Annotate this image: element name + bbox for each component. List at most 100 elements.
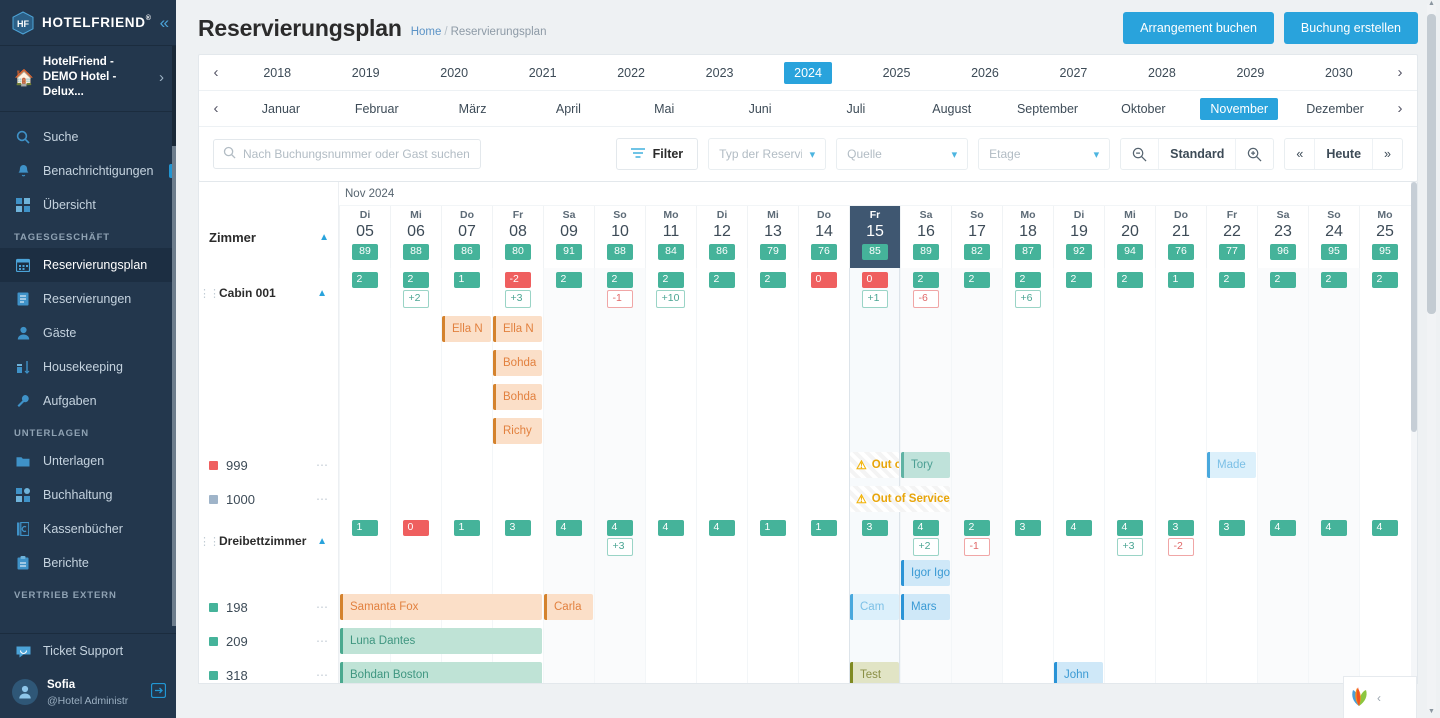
month-next-icon[interactable]: › [1383,100,1417,117]
room-row[interactable]: 198 ⋯ [199,590,339,624]
day-header-cell[interactable]: Fr 15 85 [849,206,900,268]
booking-block[interactable]: Bohdan Boston [340,662,542,683]
booking-block[interactable]: ⚠ Out of Service [850,452,899,478]
room-menu-icon[interactable]: ⋯ [316,634,329,648]
room-row[interactable]: 1000 ⋯ [199,482,339,516]
month-option-Juni[interactable]: Juni [712,98,808,120]
day-header-cell[interactable]: Do 14 76 [798,206,849,268]
availability-cell[interactable]: 2 +6 [1002,270,1053,308]
chat-collapse-icon[interactable]: ‹ [1377,691,1381,705]
room-menu-icon[interactable]: ⋯ [316,458,329,472]
sidebar-item-housekeeping[interactable]: Housekeeping [0,350,176,384]
sidebar-item-suche[interactable]: Suche [0,120,176,154]
scroll-up-arrow[interactable]: ▲ [1427,0,1436,10]
availability-cell[interactable]: 3 [1002,518,1053,556]
hotel-selector[interactable]: 🏠 HotelFriend - DEMO Hotel - Delux... › [0,46,176,112]
availability-cell[interactable]: 4 [696,518,747,556]
availability-cell[interactable]: 4 [1053,518,1104,556]
room-row-999[interactable]: 999 ⋯ [199,448,339,482]
month-prev-icon[interactable]: ‹ [199,100,233,117]
day-header-cell[interactable]: Mi 06 88 [390,206,441,268]
day-header-cell[interactable]: So 17 82 [951,206,1002,268]
day-header-cell[interactable]: Sa 09 91 [543,206,594,268]
availability-cell[interactable]: 0 +1 [849,270,900,308]
availability-cell[interactable]: 1 [1155,270,1206,308]
scroll-down-arrow[interactable]: ▼ [1427,708,1436,718]
book-package-button[interactable]: Arrangement buchen [1123,12,1274,44]
year-option-2029[interactable]: 2029 [1206,62,1294,84]
availability-cell[interactable]: 1 [798,518,849,556]
availability-cell[interactable]: 2 -1 [594,270,645,308]
year-option-2022[interactable]: 2022 [587,62,675,84]
availability-cell[interactable]: 0 [390,518,441,556]
sidebar-item-reservierungen[interactable]: Reservierungen [0,282,176,316]
search-input[interactable] [243,147,471,161]
booking-block[interactable]: Ella N [493,316,542,342]
month-option-Februar[interactable]: Februar [329,98,425,120]
day-header-cell[interactable]: Do 07 86 [441,206,492,268]
day-header-cell[interactable]: Di 05 89 [339,206,390,268]
sidebar-item-gaeste[interactable]: Gäste [0,316,176,350]
day-header-cell[interactable]: Mo 11 84 [645,206,696,268]
availability-cell[interactable]: 2 +2 [390,270,441,308]
caret-up-icon[interactable]: ▲ [319,232,329,243]
room-row-209[interactable]: 209 ⋯ [199,624,339,658]
booking-block[interactable]: Test [850,662,899,683]
availability-cell[interactable]: 3 [849,518,900,556]
date-next-button[interactable]: » [1373,139,1402,169]
zoom-out-icon[interactable] [1121,139,1158,169]
room-menu-icon[interactable]: ⋯ [316,668,329,682]
drag-handle-icon[interactable]: ⋮⋮ [199,287,220,300]
sidebar-item-reservierungsplan[interactable]: Reservierungsplan [0,248,176,282]
availability-cell[interactable]: 2 [1257,270,1308,308]
drag-handle-icon[interactable]: ⋮⋮ [199,535,220,548]
availability-cell[interactable]: 4 [1308,518,1359,556]
day-header-cell[interactable]: Mo 18 87 [1002,206,1053,268]
availability-cell[interactable]: 2 [1206,270,1257,308]
day-header-cell[interactable]: Mi 20 94 [1104,206,1155,268]
month-option-Januar[interactable]: Januar [233,98,329,120]
day-header-cell[interactable]: Fr 08 80 [492,206,543,268]
calendar-scrollbar[interactable] [1411,182,1417,683]
year-option-2018[interactable]: 2018 [233,62,321,84]
year-option-2027[interactable]: 2027 [1029,62,1117,84]
reservation-type-select[interactable]: Typ der Reservierung ▾ [708,138,827,170]
availability-cell[interactable]: -2 +3 [492,270,543,308]
logout-icon[interactable] [150,682,167,701]
sidebar-collapse-icon[interactable]: « [160,14,169,31]
availability-cell[interactable]: 2 [1053,270,1104,308]
year-option-2023[interactable]: 2023 [675,62,763,84]
day-header-cell[interactable]: Di 12 86 [696,206,747,268]
page-scrollbar-thumb[interactable] [1427,14,1436,314]
availability-cell[interactable]: 2 [1359,270,1410,308]
availability-cell[interactable]: 4 +3 [1104,518,1155,556]
availability-cell[interactable]: 3 [492,518,543,556]
year-option-2020[interactable]: 2020 [410,62,498,84]
availability-cell[interactable]: 2 [543,270,594,308]
booking-block[interactable]: ⚠ Out of Service [850,486,950,512]
day-header-cell[interactable]: Mi 13 79 [747,206,798,268]
availability-cell[interactable]: 4 [543,518,594,556]
availability-cell[interactable]: 4 [645,518,696,556]
availability-cell[interactable]: 2 [747,270,798,308]
caret-up-icon[interactable]: ▲ [317,288,339,299]
availability-cell[interactable]: 0 [798,270,849,308]
room-row-1000[interactable]: 1000 ⋯ [199,482,339,516]
day-header-cell[interactable]: Mo 25 95 [1359,206,1410,268]
month-option-Mai[interactable]: Mai [616,98,712,120]
day-header-cell[interactable]: Di 19 92 [1053,206,1104,268]
month-option-Oktober[interactable]: Oktober [1095,98,1191,120]
availability-cell[interactable]: 4 [1359,518,1410,556]
sidebar-item-berichte[interactable]: Berichte [0,546,176,580]
month-option-September[interactable]: September [1000,98,1096,120]
year-option-2025[interactable]: 2025 [852,62,940,84]
room-row-318[interactable]: 318 ⋯ [199,658,339,683]
day-header-cell[interactable]: Sa 23 96 [1257,206,1308,268]
availability-cell[interactable]: 2 [951,270,1002,308]
availability-cell[interactable]: 1 [339,518,390,556]
availability-cell[interactable]: 2 [696,270,747,308]
booking-block[interactable]: Bohda [493,350,542,376]
filter-button[interactable]: Filter [615,138,699,170]
sidebar-item-kassenbuecher[interactable]: Kassenbücher [0,512,176,546]
booking-block[interactable]: Luna Dantes [340,628,542,654]
